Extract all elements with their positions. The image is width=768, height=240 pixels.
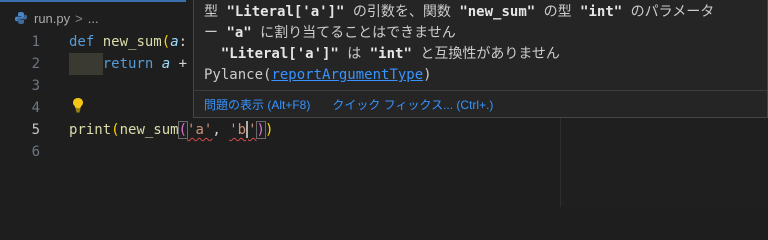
- python-file-icon: [14, 11, 28, 25]
- colon: :: [178, 34, 188, 50]
- function-name: new_sum: [102, 34, 162, 50]
- close-paren: ): [264, 122, 274, 138]
- line-number-active: 5: [31, 122, 40, 138]
- source-name: Pylance(: [204, 67, 272, 83]
- hover-text: の引数を、関数: [344, 4, 460, 20]
- hover-line-2: ー "a" に割り当てることはできません: [204, 23, 767, 44]
- line-number: 2: [31, 56, 40, 72]
- hover-text: [204, 46, 221, 62]
- open-paren: (: [161, 34, 171, 50]
- breadcrumb-file[interactable]: run.py: [34, 11, 70, 26]
- hover-text: と互換性がありません: [411, 46, 560, 62]
- active-tab-indicator: [0, 0, 186, 2]
- operator: +: [170, 56, 188, 72]
- view-problem-button[interactable]: 問題の表示 (Alt+F8): [204, 96, 310, 113]
- hover-code: "int": [580, 4, 623, 20]
- indent-guide: [69, 53, 103, 75]
- rule-link[interactable]: reportArgumentType: [271, 67, 423, 83]
- hover-text: 型: [204, 4, 227, 20]
- keyword-def: def: [69, 34, 95, 50]
- code-line-6[interactable]: [69, 141, 273, 163]
- lightbulb-icon[interactable]: [71, 97, 85, 113]
- line-number: 1: [31, 34, 40, 50]
- parameter: a: [170, 34, 179, 50]
- line-number: 4: [31, 100, 40, 116]
- string-arg-error[interactable]: 'a': [187, 122, 212, 138]
- hover-text: は: [338, 46, 370, 62]
- breadcrumb-separator: >: [75, 10, 83, 26]
- open-paren: (: [177, 121, 189, 139]
- function-call: new_sum: [119, 122, 179, 138]
- hover-text: の型: [535, 4, 581, 20]
- hover-code: "new_sum": [459, 4, 536, 20]
- hover-text: に割り当てることはできません: [251, 25, 456, 41]
- line-number-gutter: 1 2 3 4 5 6: [0, 31, 40, 163]
- hover-line-3: "Literal['a']" は "int" と互換性がありません: [204, 44, 767, 65]
- hover-source: Pylance(reportArgumentType): [204, 65, 767, 86]
- source-close: ): [423, 67, 432, 83]
- minimap-area: [560, 106, 768, 207]
- hover-tooltip: 型 "Literal['a']" の引数を、関数 "new_sum" の型 "i…: [193, 0, 768, 118]
- string-quote: ': [248, 122, 257, 138]
- close-paren: ): [255, 121, 266, 139]
- hover-message: 型 "Literal['a']" の引数を、関数 "new_sum" の型 "i…: [194, 0, 767, 86]
- breadcrumb-rest[interactable]: ...: [88, 11, 99, 26]
- hover-actions: 問題の表示 (Alt+F8) クイック フィックス... (Ctrl+.): [194, 90, 767, 117]
- hover-code: "int": [369, 46, 412, 62]
- hover-text: ー: [204, 25, 227, 41]
- hover-line-1: 型 "Literal['a']" の引数を、関数 "new_sum" の型 "i…: [204, 2, 767, 23]
- hover-text: のパラメータ: [622, 4, 715, 20]
- string-arg-error[interactable]: 'b: [229, 122, 246, 138]
- comma: ,: [212, 122, 230, 138]
- line-number: 6: [31, 144, 40, 160]
- hover-code: "Literal['a']": [226, 4, 345, 20]
- open-paren: (: [111, 122, 120, 138]
- keyword-return: return: [102, 56, 154, 72]
- function-print: print: [69, 122, 112, 138]
- hover-code: "Literal['a']": [220, 46, 339, 62]
- parameter: a: [161, 56, 171, 72]
- code-line-5[interactable]: print(new_sum('a', 'b ')): [69, 119, 273, 141]
- hover-code: "a": [226, 25, 252, 41]
- line-number: 3: [31, 78, 40, 94]
- quick-fix-button[interactable]: クイック フィックス... (Ctrl+.): [332, 96, 493, 113]
- breadcrumb: run.py > ...: [0, 8, 99, 28]
